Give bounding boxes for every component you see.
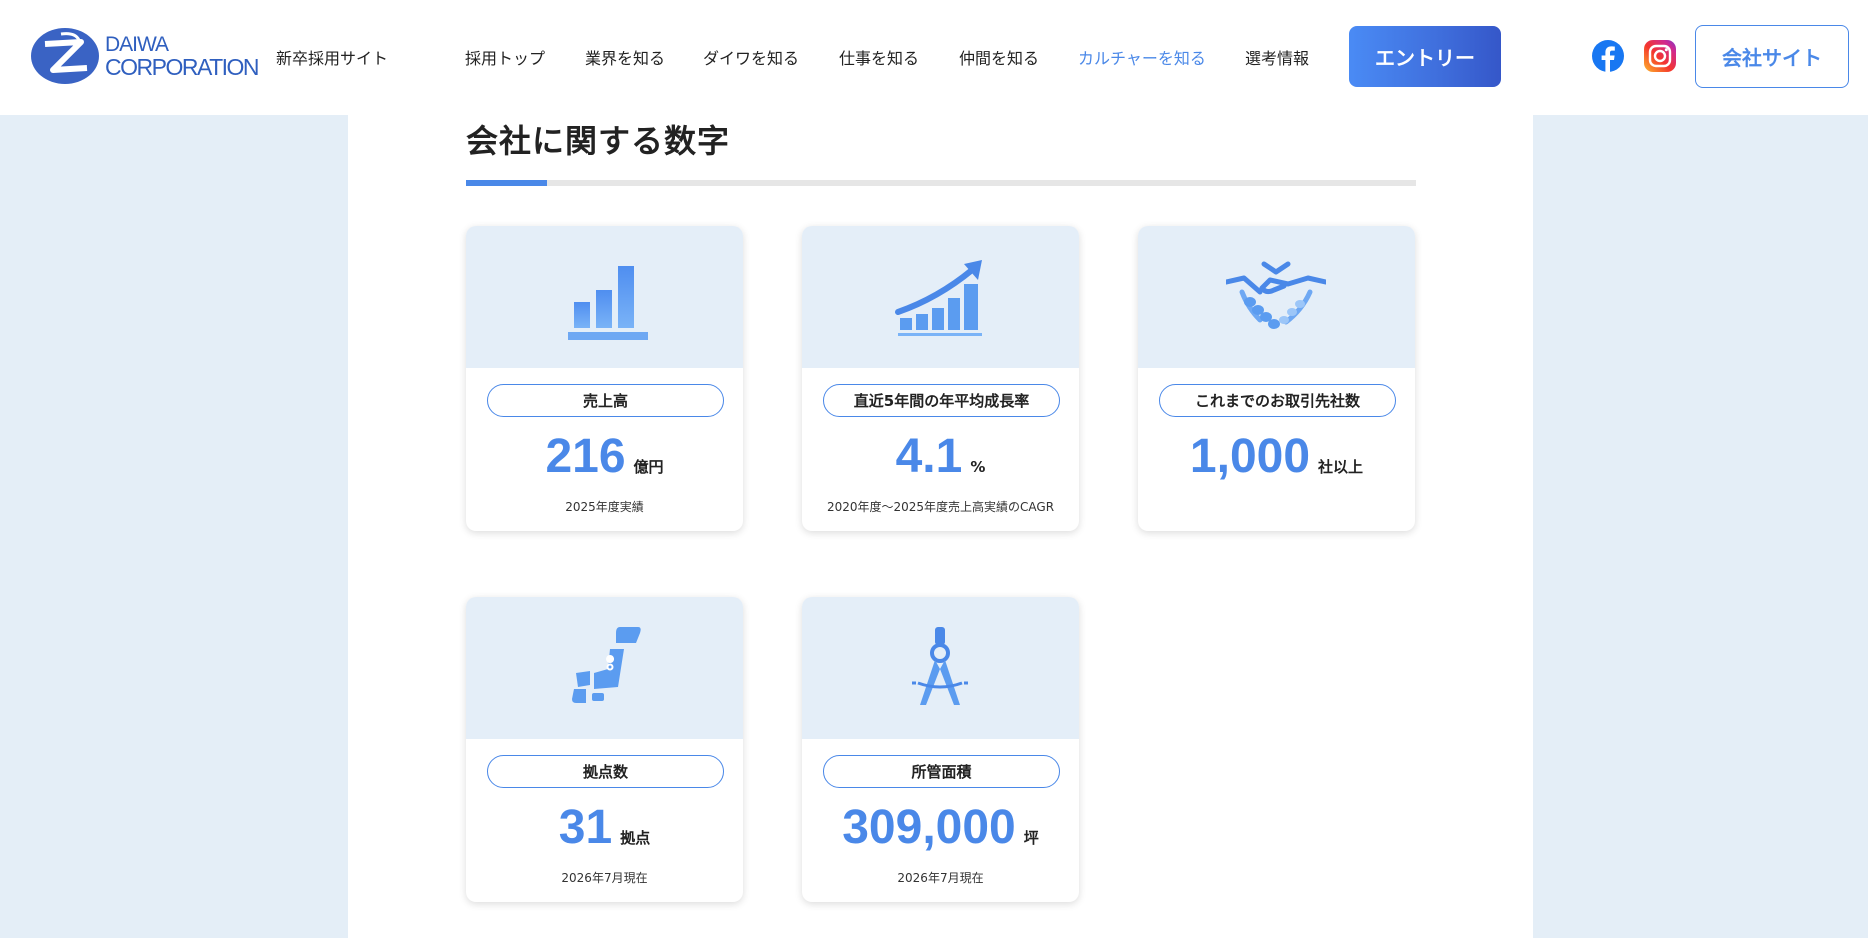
corporate-site-button[interactable]: 会社サイト bbox=[1695, 25, 1849, 88]
card-value: 1,000 社以上 bbox=[1138, 429, 1415, 489]
card-icon-area bbox=[802, 226, 1079, 368]
card-value-unit: 拠点 bbox=[620, 829, 651, 847]
card-value-unit: 社以上 bbox=[1318, 458, 1364, 476]
card-label: 直近5年間の年平均成長率 bbox=[823, 384, 1060, 417]
card-note: 2025年度実績 bbox=[565, 500, 644, 514]
nav-item-industry[interactable]: 業界を知る bbox=[585, 45, 665, 69]
nav-item-recruit-top[interactable]: 採用トップ bbox=[465, 45, 545, 69]
stat-card-growth-rate: 直近5年間の年平均成長率 4.1% 2020年度～2025年度売上高実績のCAG… bbox=[802, 226, 1079, 531]
card-label: 拠点数 bbox=[487, 755, 724, 788]
nav-item-selection[interactable]: 選考情報 bbox=[1245, 45, 1309, 69]
card-value: 309,000 坪 bbox=[802, 800, 1079, 860]
card-value: 4.1% bbox=[802, 429, 1079, 489]
card-note: 2026年7月現在 bbox=[897, 871, 984, 885]
card-value-unit: 億円 bbox=[633, 458, 664, 476]
facebook-icon[interactable] bbox=[1592, 40, 1624, 72]
card-value-number: 309,000 bbox=[842, 801, 1016, 854]
card-icon-area bbox=[1138, 226, 1415, 368]
card-icon-area bbox=[466, 226, 743, 368]
japan-map-icon bbox=[572, 627, 641, 703]
nav-item-work[interactable]: 仕事を知る bbox=[839, 45, 919, 69]
card-label: 売上高 bbox=[487, 384, 724, 417]
site-header: DAIWA CORPORATION 新卒採用サイト 採用トップ 業界を知る ダイ… bbox=[0, 0, 1868, 115]
title-underline-accent bbox=[466, 180, 547, 186]
card-value-unit: 坪 bbox=[1023, 829, 1039, 847]
logo-line2: CORPORATION bbox=[105, 54, 260, 80]
title-underline bbox=[466, 180, 1416, 186]
growth-chart-icon bbox=[895, 260, 982, 336]
card-value: 216 億円 bbox=[466, 429, 743, 489]
card-note: 2020年度～2025年度売上高実績のCAGR bbox=[826, 500, 1055, 514]
card-value-unit: % bbox=[970, 458, 986, 476]
nav-item-culture[interactable]: カルチャーを知る bbox=[1078, 45, 1206, 69]
nav-item-about-daiwa[interactable]: ダイワを知る bbox=[703, 45, 799, 69]
instagram-icon[interactable] bbox=[1643, 39, 1677, 73]
stat-card-locations: 拠点数 31 拠点 2026年7月現在 bbox=[466, 597, 743, 902]
card-value-number: 1,000 bbox=[1189, 430, 1311, 483]
daiwa-logo[interactable]: DAIWA CORPORATION bbox=[31, 26, 260, 86]
site-label: 新卒採用サイト bbox=[276, 49, 389, 68]
logo-line1: DAIWA bbox=[105, 33, 169, 56]
logo-text: DAIWA CORPORATION bbox=[105, 33, 260, 80]
stat-card-area: 所管面積 309,000 坪 2026年7月現在 bbox=[802, 597, 1079, 902]
card-note: 2026年7月現在 bbox=[561, 871, 648, 885]
card-value-number: 4.1 bbox=[895, 430, 963, 483]
card-value-number: 216 bbox=[545, 430, 626, 483]
nav-item-colleagues[interactable]: 仲間を知る bbox=[959, 45, 1039, 69]
card-label: これまでのお取引先社数 bbox=[1159, 384, 1396, 417]
handshake-icon bbox=[1226, 261, 1326, 329]
card-value-number: 31 bbox=[558, 801, 613, 854]
compass-icon bbox=[912, 627, 968, 705]
entry-button[interactable]: エントリー bbox=[1349, 26, 1501, 87]
daiwa-logo-mark-icon bbox=[31, 28, 99, 84]
section-title: 会社に関する数字 bbox=[466, 122, 731, 160]
stat-card-sales: 売上高 216 億円 2025年度実績 bbox=[466, 226, 743, 531]
card-label: 所管面積 bbox=[823, 755, 1060, 788]
card-icon-area bbox=[802, 597, 1079, 739]
card-icon-area bbox=[466, 597, 743, 739]
bar-chart-icon bbox=[568, 266, 648, 340]
stat-card-clients: これまでのお取引先社数 1,000 社以上 bbox=[1138, 226, 1415, 531]
card-value: 31 拠点 bbox=[466, 800, 743, 860]
